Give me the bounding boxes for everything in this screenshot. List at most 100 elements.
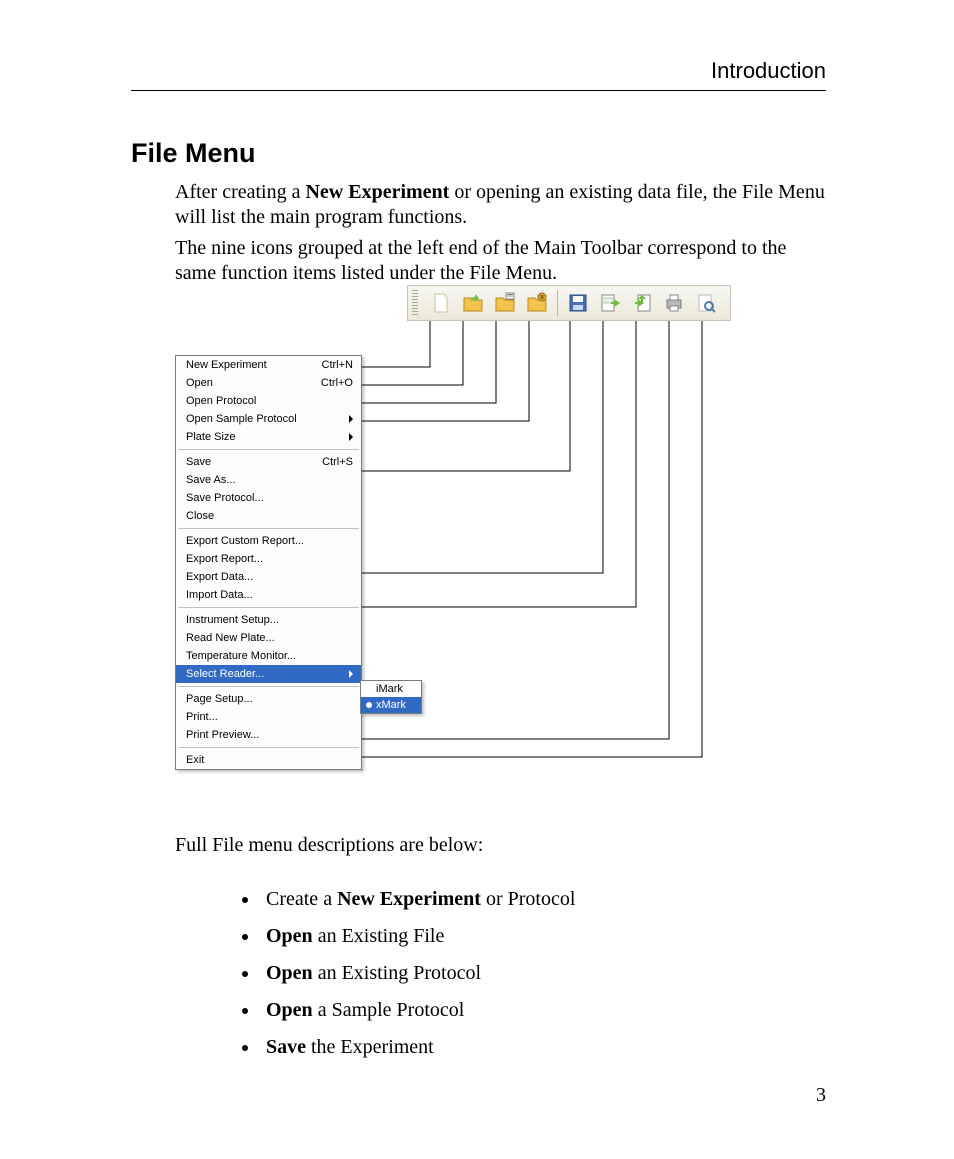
submenu-item-imark[interactable]: iMark [361, 681, 421, 697]
bullet-bold: New Experiment [337, 888, 481, 910]
select-reader-submenu: iMark xMark [360, 680, 422, 714]
bullet-bold: Open [266, 962, 313, 984]
toolbar-new-experiment-button[interactable] [426, 288, 456, 318]
page-number: 3 [816, 1084, 826, 1107]
menu-item-label: Select Reader... [186, 668, 343, 680]
bullet-list: Create a New Experiment or Protocol Open… [220, 888, 826, 1073]
menu-item-label: Open Sample Protocol [186, 413, 343, 425]
menu-item-shortcut: Ctrl+O [321, 377, 353, 389]
new-experiment-icon [429, 291, 453, 315]
bullet-item: Save the Experiment [260, 1036, 826, 1059]
bullet-item: Create a New Experiment or Protocol [260, 888, 826, 911]
menu-separator [178, 528, 359, 529]
bullet-text: an Existing File [313, 925, 445, 947]
menu-item-select-reader[interactable]: Select Reader... [176, 665, 361, 683]
submenu-item-label: iMark [376, 683, 403, 695]
menu-item-page-setup[interactable]: Page Setup... [176, 690, 361, 708]
import-icon [630, 291, 654, 315]
bullet-bold: Open [266, 999, 313, 1021]
menu-item-label: Print... [186, 711, 353, 723]
menu-item-label: Save [186, 456, 316, 468]
menu-item-print[interactable]: Print... [176, 708, 361, 726]
menu-item-close[interactable]: Close [176, 507, 361, 525]
menu-item-open-protocol[interactable]: Open Protocol [176, 392, 361, 410]
menu-item-label: Close [186, 510, 353, 522]
menu-item-save-protocol[interactable]: Save Protocol... [176, 489, 361, 507]
toolbar-import-button[interactable] [627, 288, 657, 318]
toolbar-print-button[interactable] [659, 288, 689, 318]
menu-item-label: Exit [186, 754, 353, 766]
paragraph-2: The nine icons grouped at the left end o… [175, 236, 826, 286]
toolbar-export-button[interactable] [595, 288, 625, 318]
menu-item-print-preview[interactable]: Print Preview... [176, 726, 361, 744]
bullet-text: a Sample Protocol [313, 999, 465, 1021]
toolbar-open-button[interactable] [458, 288, 488, 318]
submenu-arrow-icon [349, 670, 353, 678]
menu-item-label: Export Report... [186, 553, 353, 565]
menu-item-save[interactable]: Save Ctrl+S [176, 453, 361, 471]
menu-item-label: Open Protocol [186, 395, 353, 407]
header-rule [131, 90, 826, 91]
paragraph-3: Full File menu descriptions are below: [175, 834, 826, 857]
bullet-text: an Existing Protocol [313, 962, 481, 984]
menu-item-label: Open [186, 377, 315, 389]
submenu-item-xmark[interactable]: xMark [361, 697, 421, 713]
toolbar-open-protocol-button[interactable] [490, 288, 520, 318]
open-sample-protocol-icon [525, 291, 549, 315]
menu-item-temperature-monitor[interactable]: Temperature Monitor... [176, 647, 361, 665]
menu-item-label: Save As... [186, 474, 353, 486]
menu-item-read-new-plate[interactable]: Read New Plate... [176, 629, 361, 647]
bullet-bold: Open [266, 925, 313, 947]
open-protocol-icon [493, 291, 517, 315]
submenu-arrow-icon [349, 415, 353, 423]
para1-pre: After creating a [175, 181, 305, 203]
toolbar-grip-icon [412, 290, 418, 316]
toolbar-print-preview-button[interactable] [691, 288, 721, 318]
menu-item-label: New Experiment [186, 359, 316, 371]
menu-separator [178, 747, 359, 748]
menu-item-export-report[interactable]: Export Report... [176, 550, 361, 568]
menu-item-label: Export Custom Report... [186, 535, 353, 547]
main-toolbar [407, 285, 731, 321]
menu-item-exit[interactable]: Exit [176, 751, 361, 769]
menu-item-import-data[interactable]: Import Data... [176, 586, 361, 604]
print-preview-icon [694, 291, 718, 315]
menu-item-label: Instrument Setup... [186, 614, 353, 626]
toolbar-separator-icon [557, 290, 558, 316]
toolbar-open-sample-protocol-button[interactable] [522, 288, 552, 318]
radio-dot-icon [366, 702, 372, 708]
bullet-text: the Experiment [306, 1036, 434, 1058]
menu-item-open[interactable]: Open Ctrl+O [176, 374, 361, 392]
menu-item-instrument-setup[interactable]: Instrument Setup... [176, 611, 361, 629]
bullet-text: Create a [266, 888, 337, 910]
section-header: Introduction [131, 58, 826, 84]
export-icon [598, 291, 622, 315]
file-menu-dropdown: New Experiment Ctrl+N Open Ctrl+O Open P… [175, 355, 362, 770]
menu-item-save-as[interactable]: Save As... [176, 471, 361, 489]
menu-item-shortcut: Ctrl+S [322, 456, 353, 468]
submenu-arrow-icon [349, 433, 353, 441]
menu-item-new-experiment[interactable]: New Experiment Ctrl+N [176, 356, 361, 374]
toolbar-save-button[interactable] [563, 288, 593, 318]
menu-item-label: Page Setup... [186, 693, 353, 705]
menu-separator [178, 686, 359, 687]
bullet-text: or Protocol [481, 888, 575, 910]
menu-item-label: Print Preview... [186, 729, 353, 741]
menu-item-export-data[interactable]: Export Data... [176, 568, 361, 586]
bullet-bold: Save [266, 1036, 306, 1058]
menu-item-label: Import Data... [186, 589, 353, 601]
submenu-item-label: xMark [376, 699, 406, 711]
file-menu-figure: New Experiment Ctrl+N Open Ctrl+O Open P… [175, 285, 735, 815]
menu-item-label: Export Data... [186, 571, 353, 583]
paragraph-1: After creating a New Experiment or openi… [175, 180, 826, 230]
menu-item-plate-size[interactable]: Plate Size [176, 428, 361, 446]
open-icon [461, 291, 485, 315]
bullet-item: Open an Existing File [260, 925, 826, 948]
bullet-item: Open an Existing Protocol [260, 962, 826, 985]
menu-item-open-sample-protocol[interactable]: Open Sample Protocol [176, 410, 361, 428]
menu-item-shortcut: Ctrl+N [322, 359, 353, 371]
menu-separator [178, 449, 359, 450]
page-heading: File Menu [131, 138, 256, 169]
menu-item-export-custom-report[interactable]: Export Custom Report... [176, 532, 361, 550]
print-icon [662, 291, 686, 315]
